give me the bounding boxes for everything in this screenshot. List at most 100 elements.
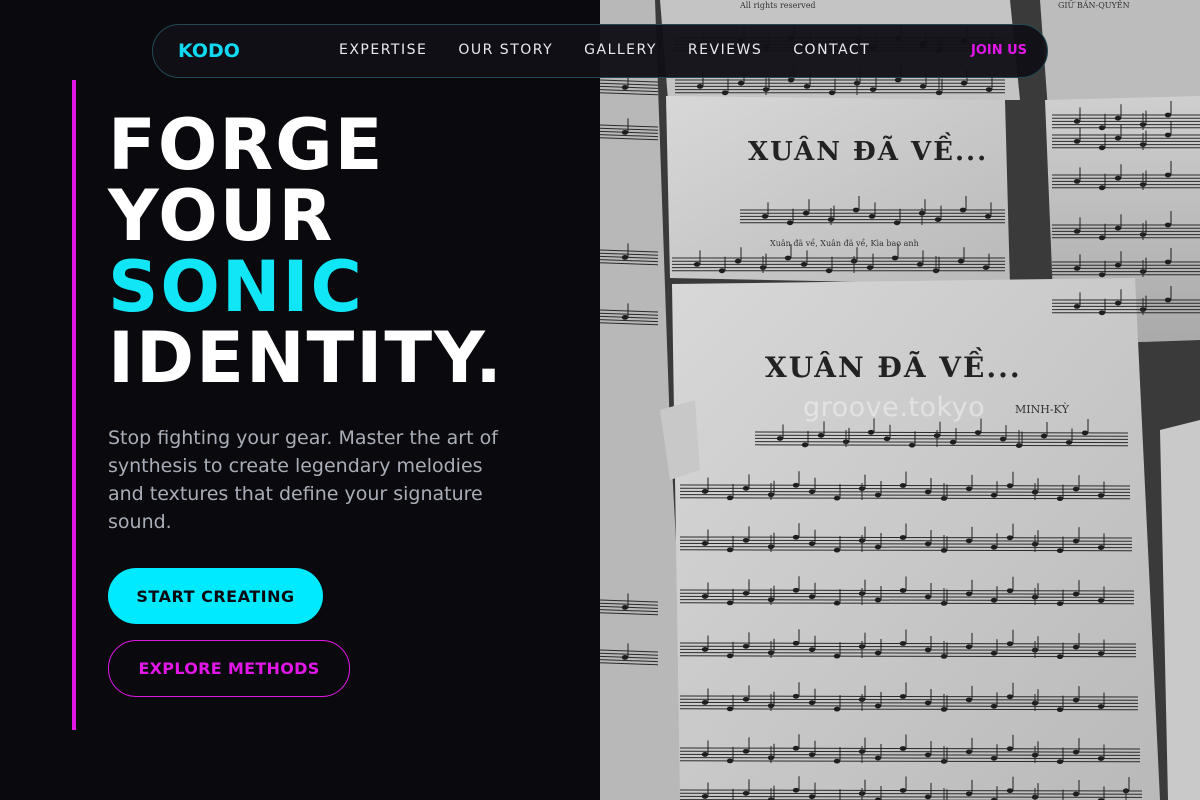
watermark-text: groove.tokyo (803, 392, 986, 423)
note-head (1073, 229, 1081, 234)
note-head (1056, 759, 1064, 765)
note-head (792, 482, 800, 488)
nav-link-contact[interactable]: CONTACT (793, 42, 870, 58)
sheet-title-front: XUÂN ĐÃ VỀ... (765, 347, 1022, 384)
note-head (701, 647, 709, 652)
note-head (899, 694, 907, 699)
copyright-top-text: All rights reserved (739, 1, 816, 10)
note-head (1081, 430, 1089, 436)
note-head (726, 758, 734, 764)
explore-methods-button[interactable]: EXPLORE METHODS (108, 640, 350, 697)
nav-link-expertise[interactable]: EXPERTISE (339, 42, 427, 58)
note-head (999, 436, 1007, 442)
note-head (742, 485, 750, 491)
note-head (874, 597, 882, 603)
note-head (1006, 483, 1014, 489)
note-head (965, 697, 973, 703)
note-head (1073, 304, 1081, 309)
note-head (1040, 433, 1048, 439)
start-creating-button[interactable]: START CREATING (108, 568, 323, 624)
note-head (621, 130, 629, 135)
note-head (1072, 644, 1080, 650)
note-head (792, 693, 800, 699)
note-head (1114, 300, 1122, 306)
navbar: KODO EXPERTISE OUR STORY GALLERY REVIEWS… (152, 24, 1048, 78)
note-head (828, 90, 836, 96)
note-head (825, 268, 833, 274)
note-head (974, 430, 982, 436)
note-head (924, 541, 932, 547)
note-head (990, 703, 998, 709)
note-head (924, 700, 932, 706)
note-head (808, 489, 816, 495)
note-head (833, 653, 841, 659)
publisher-top-text: GIỮ BẢN-QUYỀN (1058, 0, 1130, 10)
note-head (874, 755, 882, 761)
note-head (924, 489, 932, 495)
note-head (1114, 135, 1122, 141)
note-head (982, 265, 990, 270)
note-head (965, 749, 973, 755)
note-head (833, 758, 841, 764)
note-head (737, 80, 745, 86)
brand-logo[interactable]: KODO (178, 40, 240, 62)
note-head (792, 587, 800, 593)
note-head (924, 794, 932, 800)
note-head (899, 788, 907, 793)
note-head (808, 647, 816, 653)
nav-link-our-story[interactable]: OUR STORY (458, 42, 553, 58)
note-head (808, 541, 816, 547)
join-us-button[interactable]: JOIN US (971, 43, 1027, 58)
note-head (874, 492, 882, 498)
note-head (1056, 601, 1064, 607)
note-head (1097, 704, 1105, 709)
note-head (833, 495, 841, 501)
note-head (784, 255, 792, 261)
note-head (792, 534, 800, 540)
note-head (990, 544, 998, 550)
note-head (1097, 493, 1105, 498)
note-head (761, 214, 769, 219)
note-head (990, 597, 998, 603)
note-head (1056, 654, 1064, 660)
note-head (701, 752, 709, 757)
note-head (808, 794, 816, 800)
note-head (800, 262, 808, 267)
note-head (792, 640, 800, 646)
note-head (833, 547, 841, 553)
note-head (1164, 259, 1172, 265)
note-head (718, 268, 726, 274)
note-head (792, 787, 800, 793)
note-head (1098, 145, 1106, 151)
note-head (1072, 538, 1080, 544)
note-head (852, 207, 860, 213)
note-head (1056, 707, 1064, 713)
note-head (1006, 588, 1014, 594)
note-head (1114, 115, 1122, 121)
note-head (621, 255, 629, 260)
note-head (776, 436, 784, 441)
note-head (701, 794, 709, 799)
note-head (1072, 591, 1080, 597)
note-head (808, 700, 816, 706)
note-head (803, 84, 811, 89)
note-head (893, 220, 901, 226)
note-head (1072, 486, 1080, 492)
note-head (984, 214, 992, 219)
nav-link-reviews[interactable]: REVIEWS (688, 42, 762, 58)
note-head (742, 790, 750, 796)
note-head (1098, 185, 1106, 191)
note-head (899, 535, 907, 540)
note-head (874, 544, 882, 550)
note-head (908, 442, 916, 448)
note-head (959, 207, 967, 213)
note-head (1114, 262, 1122, 268)
note-head (965, 538, 973, 544)
note-head (693, 262, 701, 267)
note-head (990, 492, 998, 498)
hero-headline: FORGE YOUR SONIC IDENTITY. (108, 110, 504, 394)
note-head (916, 262, 924, 267)
nav-link-gallery[interactable]: GALLERY (584, 42, 657, 58)
note-head (919, 84, 927, 89)
note-head (701, 541, 709, 546)
